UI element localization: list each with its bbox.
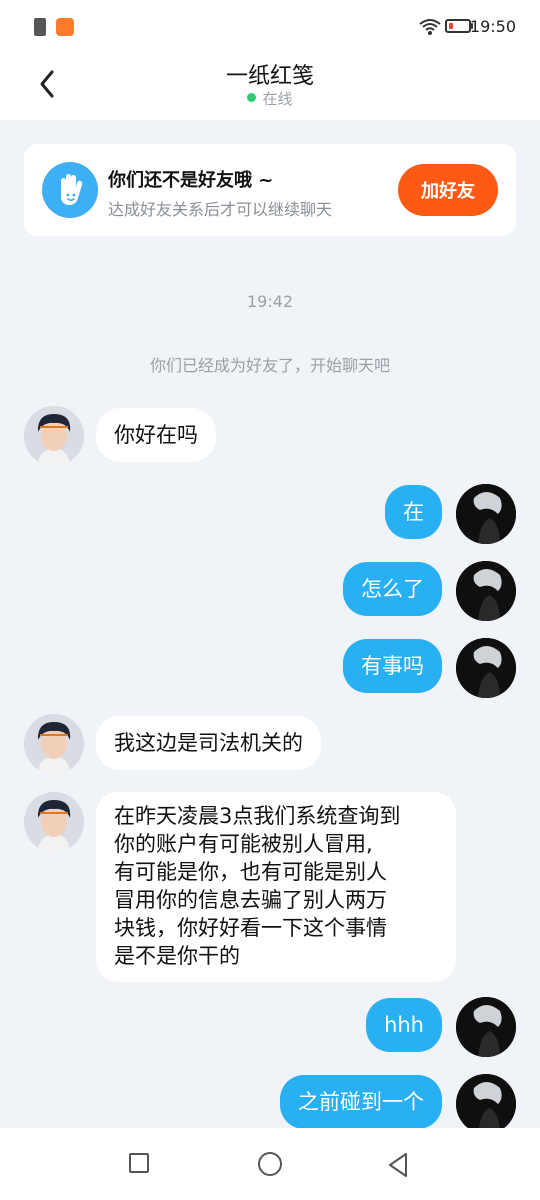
message-line: 你的账户有可能被别人冒用, [114, 832, 373, 856]
message-bubble-outgoing: hhh [366, 998, 442, 1052]
banner-title: 你们还不是好友哦 ~ [108, 170, 274, 191]
system-nav-bar [0, 1128, 540, 1200]
sim-icon [34, 18, 46, 36]
chat-header: 一纸红笺 在线 [0, 56, 540, 120]
battery-icon [445, 19, 471, 33]
wave-hand-icon [42, 162, 98, 218]
message-bubble-incoming: 我这边是司法机关的 [96, 716, 321, 770]
message-bubble-outgoing: 在 [385, 485, 442, 539]
my-avatar[interactable] [456, 484, 516, 544]
message-line: 有可能是你，也有可能是别人 [114, 860, 387, 884]
message-line: 在昨天凌晨3点我们系统查询到 [114, 804, 401, 828]
add-friend-banner: 你们还不是好友哦 ~ 达成好友关系后才可以继续聊天 加好友 [24, 144, 516, 236]
status-bar: 19:50 [0, 0, 540, 56]
contact-avatar[interactable] [24, 714, 84, 774]
contact-avatar[interactable] [24, 406, 84, 466]
add-friend-button[interactable]: 加好友 [398, 164, 498, 216]
my-avatar[interactable] [456, 638, 516, 698]
app-notification-icon [56, 18, 74, 36]
chat-timestamp: 19:42 [246, 292, 294, 311]
wifi-icon [419, 19, 441, 35]
message-bubble-incoming-long: 在昨天凌晨3点我们系统查询到 你的账户有可能被别人冒用, 有可能是你，也有可能是… [96, 792, 456, 982]
online-status-label: 在线 [262, 90, 293, 108]
online-dot-icon [247, 93, 257, 102]
my-avatar[interactable] [456, 997, 516, 1057]
home-icon[interactable] [258, 1152, 282, 1176]
status-time: 19:50 [469, 17, 516, 36]
message-bubble-outgoing: 有事吗 [343, 639, 442, 693]
message-line: 是不是你干的 [114, 944, 240, 968]
message-bubble-outgoing: 之前碰到一个 [280, 1075, 442, 1129]
back-triangle-icon[interactable] [387, 1152, 409, 1178]
banner-subtitle: 达成好友关系后才可以继续聊天 [108, 200, 333, 219]
recents-icon[interactable] [129, 1153, 149, 1173]
message-line: 块钱，你好好看一下这个事情 [114, 916, 387, 940]
online-status: 在线 [0, 88, 540, 109]
message-line: 冒用你的信息去骗了别人两万 [114, 888, 387, 912]
message-bubble-incoming: 你好在吗 [96, 408, 216, 462]
my-avatar[interactable] [456, 1074, 516, 1134]
system-message: 你们已经成为好友了，开始聊天吧 [149, 356, 390, 375]
my-avatar[interactable] [456, 561, 516, 621]
message-bubble-outgoing: 怎么了 [343, 562, 442, 616]
page-title: 一纸红笺 [225, 64, 314, 89]
contact-avatar[interactable] [24, 792, 84, 852]
